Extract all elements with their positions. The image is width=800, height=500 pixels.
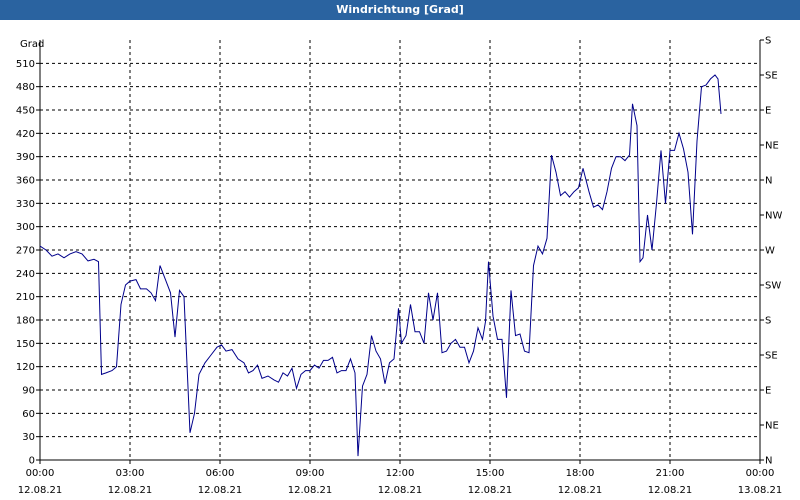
right-tick-label: N bbox=[765, 456, 772, 467]
y-tick-label: 270 bbox=[16, 246, 35, 257]
y-tick-label: 330 bbox=[16, 199, 35, 210]
right-tick-label: NE bbox=[765, 141, 779, 152]
x-tick-time: 21:00 bbox=[656, 468, 685, 479]
series-line-wind-direction bbox=[39, 74, 722, 457]
y-axis-label: Grad bbox=[20, 39, 44, 50]
right-tick-label: E bbox=[765, 106, 771, 117]
y-tick-label: 60 bbox=[22, 409, 35, 420]
x-tick-time: 12:00 bbox=[386, 468, 415, 479]
y-tick-label: 510 bbox=[16, 59, 35, 70]
right-tick-label: S bbox=[765, 316, 771, 327]
y-tick-label: 300 bbox=[16, 222, 35, 233]
right-axis-ticks: N NE E SE S SW W NW N NE E SE S bbox=[760, 36, 782, 467]
x-tick-date: 12.08.21 bbox=[648, 485, 693, 496]
right-tick-label: SE bbox=[765, 351, 778, 362]
y-tick-label: 390 bbox=[16, 152, 35, 163]
x-tick-date: 12.08.21 bbox=[468, 485, 513, 496]
y-tick-label: 120 bbox=[16, 362, 35, 373]
chart-canvas: 0 30 60 90 120 150 180 210 240 270 300 330 360 390 420… bbox=[16, 36, 783, 497]
x-tick-date: 12.08.21 bbox=[18, 485, 63, 496]
y-tick-label: 90 bbox=[22, 386, 35, 397]
right-tick-label: SW bbox=[765, 281, 781, 292]
x-tick-time: 00:00 bbox=[746, 468, 775, 479]
x-tick-date: 12.08.21 bbox=[108, 485, 153, 496]
x-tick-time: 18:00 bbox=[566, 468, 595, 479]
x-tick-date: 12.08.21 bbox=[378, 485, 423, 496]
series-layer bbox=[39, 74, 722, 457]
x-axis-ticks: 00:00 12.08.21 03:00 12.08.21 06:00 12.08.21 0… bbox=[18, 460, 783, 496]
right-tick-label: NW bbox=[765, 211, 782, 222]
x-tick-time: 09:00 bbox=[296, 468, 325, 479]
y-tick-label: 360 bbox=[16, 176, 35, 187]
y-tick-label: 450 bbox=[16, 106, 35, 117]
y-tick-label: 480 bbox=[16, 82, 35, 93]
y-tick-label: 180 bbox=[16, 316, 35, 327]
x-tick-date: 12.08.21 bbox=[558, 485, 603, 496]
x-tick-time: 00:00 bbox=[26, 468, 55, 479]
y-tick-label: 210 bbox=[16, 292, 35, 303]
right-tick-label: W bbox=[765, 246, 775, 257]
x-tick-date: 12.08.21 bbox=[288, 485, 333, 496]
y-axis-ticks: 0 30 60 90 120 150 180 210 240 270 300 330 360 390 420… bbox=[16, 59, 40, 467]
y-tick-label: 420 bbox=[16, 129, 35, 140]
right-tick-label: S bbox=[765, 36, 771, 47]
x-tick-date: 13.08.21 bbox=[738, 485, 783, 496]
x-tick-time: 15:00 bbox=[476, 468, 505, 479]
right-tick-label: NE bbox=[765, 421, 779, 432]
y-tick-label: 150 bbox=[16, 339, 35, 350]
y-tick-label: 30 bbox=[22, 432, 35, 443]
x-tick-time: 03:00 bbox=[116, 468, 145, 479]
x-tick-date: 12.08.21 bbox=[198, 485, 243, 496]
y-tick-label: 0 bbox=[29, 456, 35, 467]
y-tick-label: 240 bbox=[16, 269, 35, 280]
right-tick-label: E bbox=[765, 386, 771, 397]
x-tick-time: 06:00 bbox=[206, 468, 235, 479]
right-tick-label: N bbox=[765, 176, 772, 187]
right-tick-label: SE bbox=[765, 71, 778, 82]
